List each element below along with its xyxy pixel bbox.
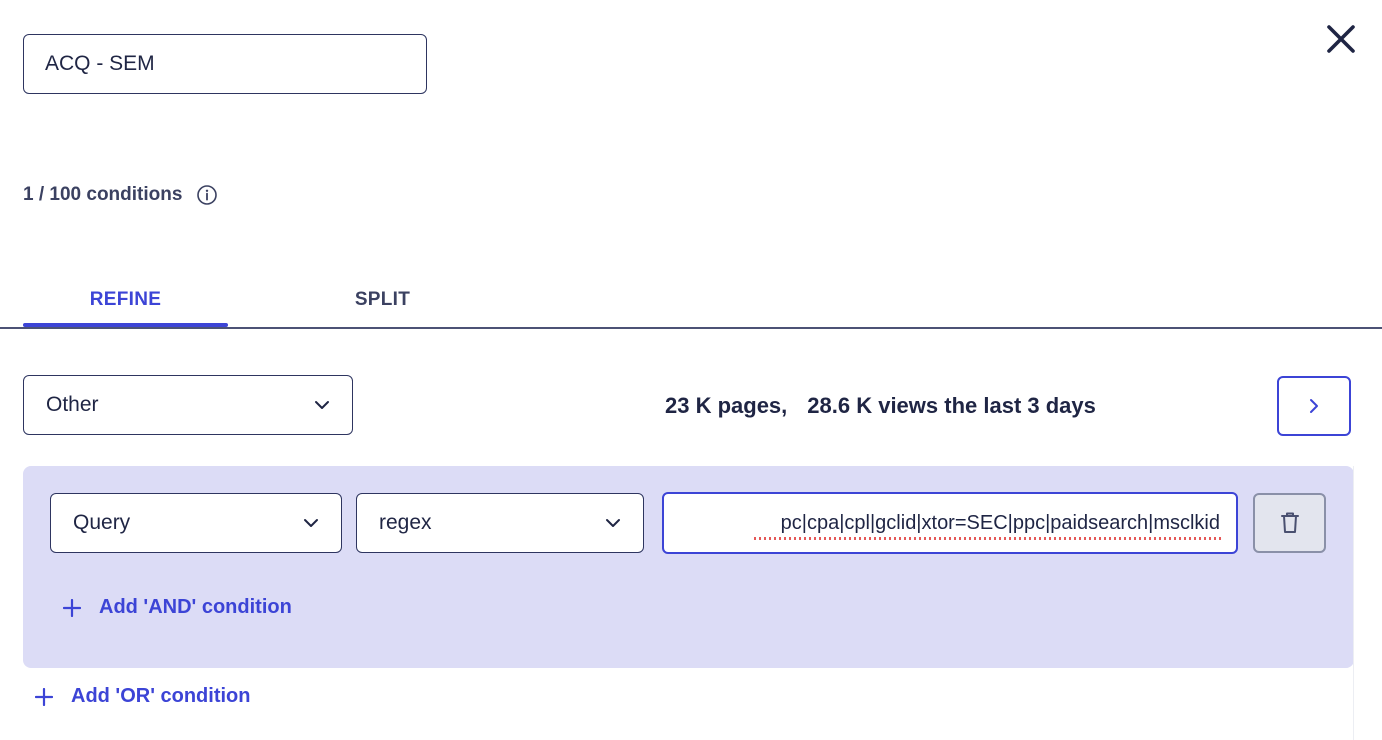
info-icon[interactable] [196, 184, 218, 206]
condition-operator-value: regex [379, 511, 432, 534]
trash-icon [1280, 512, 1299, 533]
tab-split[interactable]: SPLIT [280, 270, 485, 330]
spellcheck-underline [754, 537, 1224, 540]
conditions-count-label: 1 / 100 conditions [23, 184, 183, 205]
add-or-condition-label: Add 'OR' condition [71, 685, 251, 707]
condition-group: Query regex pc|cpa|cpl|gclid|xtor=SEC|pp… [23, 466, 1354, 668]
chevron-down-icon [303, 518, 319, 528]
plus-icon [35, 687, 53, 706]
next-button[interactable] [1277, 376, 1351, 436]
condition-type-value: Other [46, 393, 99, 416]
delete-condition-button[interactable] [1253, 493, 1326, 553]
close-button[interactable] [1322, 20, 1360, 58]
add-and-condition-label: Add 'AND' condition [99, 596, 292, 618]
condition-value-text: pc|cpa|cpl|gclid|xtor=SEC|ppc|paidsearch… [780, 512, 1220, 534]
condition-field-select[interactable]: Query [50, 493, 342, 553]
close-icon [1327, 25, 1355, 53]
tabs-divider [0, 327, 1382, 329]
chevron-down-icon [314, 400, 330, 410]
scrollbar[interactable] [1353, 466, 1382, 740]
views-count: 28.6 K views the last 3 days [807, 393, 1096, 418]
tab-bar: REFINE SPLIT [0, 270, 1382, 332]
add-and-condition-button[interactable]: Add 'AND' condition [63, 596, 292, 619]
conditions-counter: 1 / 100 conditions [23, 182, 218, 208]
chevron-down-icon [605, 518, 621, 528]
tab-refine[interactable]: REFINE [23, 270, 228, 330]
chevron-right-icon [1310, 399, 1318, 413]
segment-editor: 1 / 100 conditions REFINE SPLIT Other 23… [0, 0, 1382, 740]
plus-icon [63, 598, 81, 617]
condition-operator-select[interactable]: regex [356, 493, 644, 553]
pages-count: 23 K pages, [665, 393, 788, 418]
segment-name-input[interactable] [23, 34, 427, 94]
condition-value-input[interactable]: pc|cpa|cpl|gclid|xtor=SEC|ppc|paidsearch… [662, 492, 1238, 554]
condition-type-select[interactable]: Other [23, 375, 353, 435]
tab-split-label: SPLIT [354, 289, 411, 310]
add-or-condition-button[interactable]: Add 'OR' condition [35, 685, 250, 708]
condition-field-value: Query [73, 511, 131, 534]
tab-refine-label: REFINE [89, 289, 162, 310]
traffic-stats: 23 K pages, 28.6 K views the last 3 days [665, 390, 1096, 422]
